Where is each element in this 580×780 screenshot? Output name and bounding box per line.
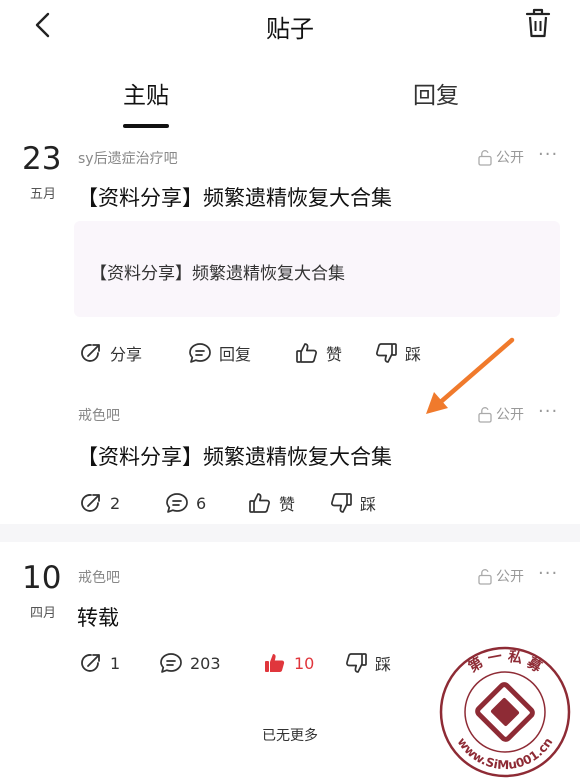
lock-open-icon: [478, 149, 492, 166]
more-options-icon[interactable]: ···: [538, 144, 558, 165]
tab-main-posts[interactable]: 主贴: [123, 76, 169, 110]
thumbs-up-icon: [249, 493, 270, 513]
post-forum-name[interactable]: 戒色吧: [78, 405, 120, 425]
dislike-label: 踩: [405, 345, 422, 364]
watermark-stamp-icon: 第 一 私 募 www.SiMu001.cn: [439, 646, 571, 778]
share-button[interactable]: 分享: [78, 340, 142, 366]
post-forum-name[interactable]: 戒色吧: [78, 567, 120, 587]
top-bar: 贴子: [0, 0, 580, 50]
thumbs-down-icon: [346, 653, 367, 673]
share-button[interactable]: 2: [78, 490, 120, 516]
active-tab-indicator: [123, 124, 169, 128]
comment-icon: [166, 493, 188, 513]
tab-replies[interactable]: 回复: [413, 76, 459, 110]
dislike-button[interactable]: 踩: [373, 340, 421, 366]
more-options-icon[interactable]: ···: [538, 563, 558, 584]
reply-button[interactable]: 回复: [187, 340, 251, 366]
post-title[interactable]: 转载: [77, 602, 119, 632]
reply-count: 203: [190, 653, 221, 673]
like-label: 赞: [279, 495, 296, 514]
comment-icon: [160, 653, 182, 673]
lock-open-icon: [478, 568, 492, 585]
share-icon: [81, 344, 100, 362]
post-date-month: 五月: [30, 187, 57, 202]
dislike-button[interactable]: 踩: [343, 650, 391, 676]
thumbs-up-icon: [296, 343, 317, 363]
post-title[interactable]: 【资料分享】频繁遗精恢复大合集: [77, 441, 392, 471]
comment-icon: [189, 343, 211, 363]
reply-count: 6: [196, 493, 207, 513]
trash-icon[interactable]: [522, 5, 554, 41]
privacy-label: 公开: [496, 569, 524, 585]
share-icon: [81, 494, 100, 512]
like-count: 10: [294, 653, 315, 673]
post-forum-name[interactable]: sy后遗症治疗吧: [78, 148, 178, 168]
share-count: 1: [110, 653, 121, 673]
post-title[interactable]: 【资料分享】频繁遗精恢复大合集: [77, 182, 392, 212]
post-date-day: 23: [22, 141, 62, 177]
privacy-toggle[interactable]: 公开: [477, 147, 524, 167]
share-button[interactable]: 1: [78, 650, 120, 676]
thumbs-up-filled-icon: [265, 654, 285, 672]
privacy-toggle[interactable]: 公开: [477, 566, 524, 586]
dislike-label: 踩: [360, 495, 377, 514]
post-date-day: 10: [22, 560, 62, 596]
post-date-month: 四月: [30, 606, 57, 621]
thumbs-down-icon: [376, 343, 397, 363]
like-button[interactable]: 赞: [294, 340, 342, 366]
share-icon: [81, 654, 100, 672]
annotation-arrow-icon: [426, 337, 515, 414]
dislike-label: 踩: [375, 655, 392, 674]
reply-button[interactable]: 203: [158, 650, 221, 676]
like-button[interactable]: 赞: [247, 490, 295, 516]
thumbs-down-icon: [331, 493, 352, 513]
like-label: 赞: [326, 345, 343, 364]
share-count: 2: [110, 493, 121, 513]
dislike-button[interactable]: 踩: [328, 490, 376, 516]
privacy-label: 公开: [496, 150, 524, 166]
more-options-icon[interactable]: ···: [538, 401, 558, 422]
page-title: 贴子: [266, 15, 314, 43]
reply-label: 回复: [219, 345, 252, 364]
share-label: 分享: [110, 345, 143, 364]
like-button[interactable]: 10: [262, 650, 314, 676]
reply-button[interactable]: 6: [164, 490, 206, 516]
section-divider: [0, 524, 580, 542]
quoted-post-title: 【资料分享】频繁遗精恢复大合集: [90, 264, 345, 284]
quoted-post-card[interactable]: 【资料分享】频繁遗精恢复大合集: [74, 221, 560, 317]
